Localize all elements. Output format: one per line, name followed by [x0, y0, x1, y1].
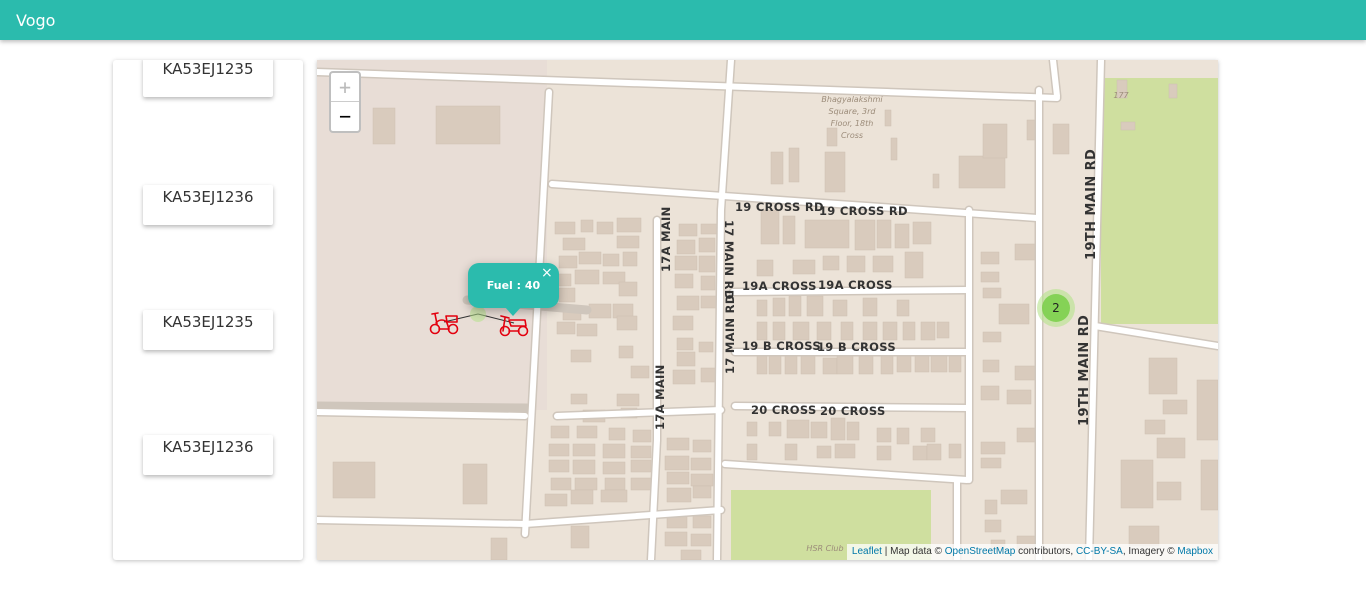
landmark-label: Floor, 18th: [831, 119, 874, 128]
attribution-text: | Map data ©: [881, 546, 945, 557]
street-label: 19A CROSS: [742, 279, 817, 293]
street-label: 19A CROSS: [818, 278, 893, 292]
landmark-label: Bhagyalakshmi: [821, 95, 883, 104]
cluster-count: 2: [1042, 294, 1070, 322]
street-label: 19TH MAIN RD: [1084, 149, 1099, 260]
map[interactable]: 19 CROSS RD 19 CROSS RD 19A CROSS 19A CR…: [317, 60, 1218, 560]
map-tiles: 19 CROSS RD 19 CROSS RD 19A CROSS 19A CR…: [317, 60, 1218, 560]
map-attribution: Leaflet | Map data © OpenStreetMap contr…: [846, 544, 1218, 560]
vehicle-card[interactable]: KA53EJ1235: [143, 310, 273, 350]
building-label: 177: [1113, 91, 1129, 100]
app-bar: Vogo: [0, 0, 1366, 40]
landmark-label: Square, 3rd: [829, 107, 877, 116]
popup-tip: [504, 306, 522, 316]
app-title[interactable]: Vogo: [16, 11, 55, 30]
vehicle-list-panel: KA53EJ1235 KA53EJ1236 KA53EJ1235 KA53EJ1…: [113, 60, 303, 560]
marker-cluster[interactable]: 2: [1037, 289, 1075, 327]
street-label: 19 B CROSS: [742, 339, 821, 353]
street-label: 17 MAIN RD: [722, 220, 736, 300]
vehicle-card[interactable]: KA53EJ1236: [143, 435, 273, 475]
street-label: 20 CROSS: [751, 403, 817, 417]
street-label: 19TH MAIN RD: [1077, 315, 1092, 426]
attribution-text: contributors,: [1015, 546, 1076, 557]
license-link[interactable]: CC-BY-SA: [1076, 546, 1123, 557]
park-area: [1101, 78, 1218, 324]
vehicle-card[interactable]: KA53EJ1235: [143, 60, 273, 97]
street-label: 20 CROSS: [820, 404, 886, 418]
street-label: 17A MAIN: [659, 206, 673, 272]
street-label: 17A MAIN: [653, 364, 667, 430]
leaflet-link[interactable]: Leaflet: [852, 546, 882, 557]
landmark-label: Cross: [841, 131, 863, 140]
street-label: 17 MAIN RD: [723, 294, 737, 374]
attribution-text: , Imagery ©: [1122, 546, 1178, 557]
street-label: 19 CROSS RD: [735, 200, 824, 214]
mapbox-link[interactable]: Mapbox: [1177, 546, 1213, 557]
popup-close-button[interactable]: ×: [541, 265, 553, 281]
street-label: 19 CROSS RD: [819, 204, 908, 218]
park-label: HSR Club: [806, 544, 843, 553]
zoom-out-button[interactable]: −: [331, 102, 359, 131]
zoom-control: + −: [329, 71, 361, 133]
zoom-in-button[interactable]: +: [331, 73, 359, 102]
street-label: 19 B CROSS: [817, 340, 896, 354]
openstreetmap-link[interactable]: OpenStreetMap: [945, 546, 1016, 557]
fuel-popup-text: Fuel : 40: [486, 279, 541, 292]
cluster-origin: [470, 306, 486, 322]
vehicle-card[interactable]: KA53EJ1236: [143, 185, 273, 225]
